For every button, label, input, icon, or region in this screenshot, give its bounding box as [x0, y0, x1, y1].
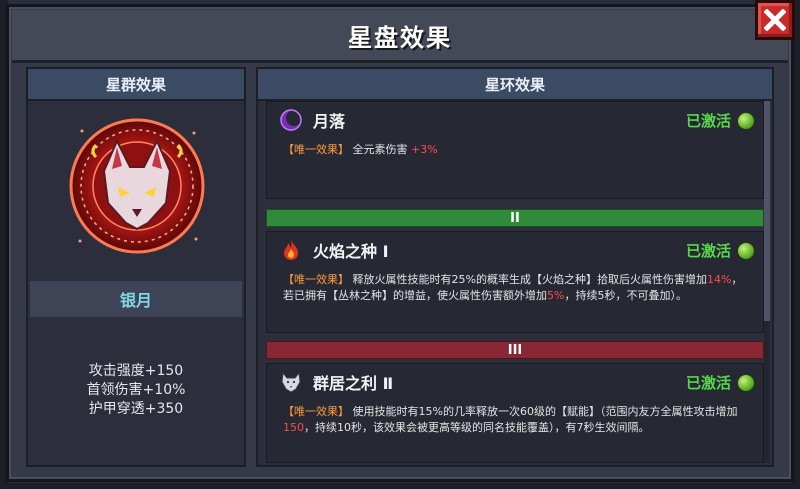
- tier-divider-3: III: [266, 341, 764, 359]
- ring-card-pack-advantage: 群居之利 Ⅱ 已激活 【唯一效果】 使用技能时有15%的几率释放一次60级的【赋…: [266, 363, 764, 463]
- stat-attack: 攻击强度+150: [88, 363, 184, 379]
- effect-value: 5%: [547, 289, 565, 302]
- constellation-name: 银月: [30, 281, 242, 317]
- ring-description: 【唯一效果】 使用技能时有15%的几率释放一次60级的【赋能】（范围内友方全属性…: [267, 400, 763, 442]
- star-ring-header: 星环效果: [258, 69, 772, 101]
- flame-icon: [279, 238, 303, 262]
- ring-card-flame-seed: 火焰之种 Ⅰ 已激活 【唯一效果】 释放火属性技能时有25%的概率生成【火焰之种…: [266, 231, 764, 333]
- active-indicator-icon: [737, 112, 755, 130]
- active-indicator-icon: [737, 242, 755, 260]
- effect-value: 14%: [706, 273, 732, 286]
- effect-text: 释放火属性技能时有25%的概率生成【火焰之种】拾取后火属性伤害增加: [349, 273, 707, 286]
- effect-tag: 【唯一效果】: [283, 273, 349, 286]
- ring-description: 【唯一效果】 全元素伤害 +3%: [267, 138, 763, 164]
- effect-text: 全元素伤害: [349, 143, 411, 156]
- effect-tag: 【唯一效果】: [283, 405, 349, 418]
- constellation-header: 星群效果: [28, 69, 244, 101]
- wolf-head-icon: [279, 370, 303, 394]
- constellation-stats: 攻击强度+150 首领伤害+10% 护甲穿透+350: [28, 362, 244, 419]
- star-ring-panel: 星环效果 月落 已激活 【唯一效果】 全元素伤害 +3% II 火焰之种 Ⅰ 已…: [256, 67, 774, 467]
- ring-effect-list[interactable]: 月落 已激活 【唯一效果】 全元素伤害 +3% II 火焰之种 Ⅰ 已激活 【唯…: [266, 101, 764, 463]
- effect-text: ，持续5秒，不可叠加）。: [564, 289, 687, 302]
- effect-text: 使用技能时有15%的几率释放一次60级的【赋能】（范围内友方全属性攻击增加: [349, 405, 738, 418]
- ring-name: 火焰之种 Ⅰ: [313, 242, 389, 261]
- ring-status: 已激活: [685, 242, 731, 260]
- stat-armor-pen: 护甲穿透+350: [88, 401, 184, 417]
- effect-tag: 【唯一效果】: [283, 143, 349, 156]
- scrollbar[interactable]: [764, 101, 770, 463]
- ring-status: 已激活: [685, 112, 731, 130]
- ring-card-moonfall: 月落 已激活 【唯一效果】 全元素伤害 +3%: [266, 101, 764, 199]
- effect-text: ，持续10秒，该效果会被更高等级的同名技能覆盖），有7秒生效间隔。: [304, 421, 650, 434]
- ring-status: 已激活: [685, 374, 731, 392]
- dialog-title: 星盘效果: [348, 23, 452, 52]
- scrollbar-thumb[interactable]: [764, 101, 770, 321]
- ring-name: 群居之利 Ⅱ: [313, 374, 394, 393]
- fox-sigil-icon: [69, 118, 205, 254]
- effect-value: 150: [283, 421, 304, 434]
- stat-boss-damage: 首领伤害+10%: [86, 382, 186, 398]
- dialog-title-bar: 星盘效果: [12, 10, 788, 63]
- constellation-panel: 星群效果 银月 攻击强度+150 首领伤害+10% 护甲穿透+350: [26, 67, 246, 467]
- close-icon: [764, 9, 786, 31]
- close-button[interactable]: [755, 0, 795, 40]
- ring-description: 【唯一效果】 释放火属性技能时有25%的概率生成【火焰之种】拾取后火属性伤害增加…: [267, 268, 763, 310]
- effect-value: +3%: [411, 143, 438, 156]
- constellation-emblem: [62, 111, 212, 261]
- tier-divider-2: II: [266, 209, 764, 227]
- active-indicator-icon: [737, 374, 755, 392]
- ring-name: 月落: [313, 112, 346, 131]
- crescent-moon-icon: [279, 108, 303, 132]
